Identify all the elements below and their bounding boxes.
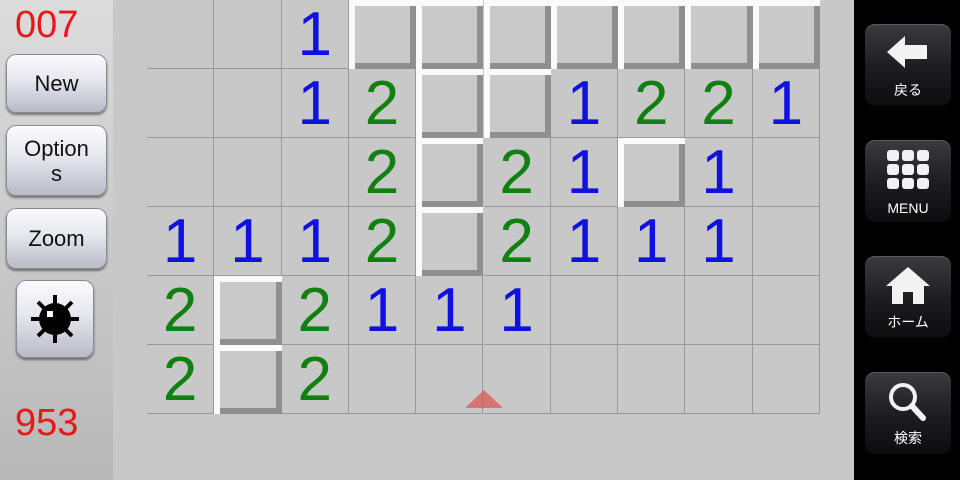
number-cell[interactable]: 1 bbox=[618, 207, 686, 276]
number-cell[interactable]: 2 bbox=[348, 138, 417, 207]
empty-cell[interactable] bbox=[281, 138, 349, 207]
mine-counter: 007 bbox=[15, 4, 79, 46]
covered-cell[interactable] bbox=[483, 69, 551, 138]
number-cell[interactable]: 1 bbox=[147, 207, 215, 276]
number-cell[interactable]: 1 bbox=[281, 207, 349, 276]
covered-cell[interactable] bbox=[618, 0, 686, 69]
number-cell[interactable]: 1 bbox=[483, 276, 551, 345]
empty-cell[interactable] bbox=[214, 69, 282, 138]
covered-cell[interactable] bbox=[348, 0, 417, 69]
zoom-button[interactable]: Zoom bbox=[6, 208, 107, 269]
back-button[interactable]: 戻る bbox=[865, 24, 951, 106]
number-cell[interactable]: 2 bbox=[281, 276, 349, 345]
android-nav-bar: 戻る MENU ホーム 検索 bbox=[854, 0, 960, 480]
empty-cell[interactable] bbox=[348, 345, 417, 414]
covered-cell[interactable] bbox=[416, 138, 484, 207]
number-cell[interactable]: 1 bbox=[550, 207, 619, 276]
covered-cell[interactable] bbox=[416, 207, 484, 276]
scroll-up-arrow-icon[interactable] bbox=[465, 390, 503, 408]
number-cell[interactable]: 2 bbox=[147, 345, 215, 414]
number-cell[interactable]: 1 bbox=[281, 69, 349, 138]
empty-cell[interactable] bbox=[214, 138, 282, 207]
empty-cell[interactable] bbox=[752, 138, 820, 207]
menu-grid-icon bbox=[887, 150, 929, 189]
left-panel: 007 New Option s Zoom 953 bbox=[0, 0, 113, 480]
number-cell[interactable]: 1 bbox=[752, 69, 820, 138]
covered-cell[interactable] bbox=[416, 69, 484, 138]
minefield-grid[interactable]: 11212212211111221112211122 bbox=[147, 0, 820, 414]
empty-cell[interactable] bbox=[550, 345, 619, 414]
empty-cell[interactable] bbox=[147, 0, 215, 69]
back-arrow-icon bbox=[887, 36, 927, 68]
search-label: 検索 bbox=[894, 430, 922, 446]
covered-cell[interactable] bbox=[752, 0, 820, 69]
number-cell[interactable]: 2 bbox=[348, 207, 417, 276]
number-cell[interactable]: 1 bbox=[685, 138, 753, 207]
number-cell[interactable]: 1 bbox=[550, 69, 619, 138]
board-area[interactable]: 11212212211111221112211122 bbox=[113, 0, 854, 480]
back-label: 戻る bbox=[894, 82, 922, 98]
home-label: ホーム bbox=[887, 314, 929, 330]
empty-cell[interactable] bbox=[147, 138, 215, 207]
number-cell[interactable]: 2 bbox=[281, 345, 349, 414]
number-cell[interactable]: 2 bbox=[618, 69, 686, 138]
empty-cell[interactable] bbox=[147, 69, 215, 138]
covered-cell[interactable] bbox=[550, 0, 619, 69]
covered-cell[interactable] bbox=[416, 0, 484, 69]
number-cell[interactable]: 1 bbox=[416, 276, 484, 345]
empty-cell[interactable] bbox=[752, 207, 820, 276]
empty-cell[interactable] bbox=[685, 276, 753, 345]
empty-cell[interactable] bbox=[618, 276, 686, 345]
search-icon bbox=[889, 383, 926, 421]
covered-cell[interactable] bbox=[214, 276, 282, 345]
number-cell[interactable]: 2 bbox=[348, 69, 417, 138]
options-button-label: Option s bbox=[24, 135, 89, 186]
number-cell[interactable]: 2 bbox=[483, 207, 551, 276]
home-icon bbox=[886, 267, 930, 304]
covered-cell[interactable] bbox=[685, 0, 753, 69]
new-game-button[interactable]: New bbox=[6, 54, 107, 113]
number-cell[interactable]: 2 bbox=[483, 138, 551, 207]
options-button[interactable]: Option s bbox=[6, 125, 107, 196]
number-cell[interactable]: 2 bbox=[685, 69, 753, 138]
empty-cell[interactable] bbox=[618, 345, 686, 414]
covered-cell[interactable] bbox=[214, 345, 282, 414]
search-button[interactable]: 検索 bbox=[865, 372, 951, 454]
number-cell[interactable]: 2 bbox=[147, 276, 215, 345]
empty-cell[interactable] bbox=[685, 345, 753, 414]
empty-cell[interactable] bbox=[752, 345, 820, 414]
number-cell[interactable]: 1 bbox=[550, 138, 619, 207]
empty-cell[interactable] bbox=[214, 0, 282, 69]
covered-cell[interactable] bbox=[483, 0, 551, 69]
mine-icon bbox=[31, 295, 79, 343]
mine-mode-button[interactable] bbox=[16, 280, 94, 358]
home-button[interactable]: ホーム bbox=[865, 256, 951, 338]
covered-cell[interactable] bbox=[618, 138, 686, 207]
timer: 953 bbox=[15, 402, 79, 444]
number-cell[interactable]: 1 bbox=[348, 276, 417, 345]
menu-label: MENU bbox=[887, 200, 929, 216]
number-cell[interactable]: 1 bbox=[281, 0, 349, 69]
menu-button[interactable]: MENU bbox=[865, 140, 951, 222]
number-cell[interactable]: 1 bbox=[214, 207, 282, 276]
empty-cell[interactable] bbox=[752, 276, 820, 345]
empty-cell[interactable] bbox=[550, 276, 619, 345]
number-cell[interactable]: 1 bbox=[685, 207, 753, 276]
